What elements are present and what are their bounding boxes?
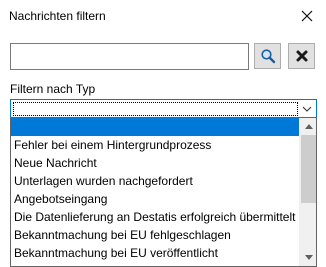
select-value bbox=[13, 102, 298, 116]
close-icon[interactable] bbox=[296, 6, 318, 26]
scrollbar-thumb[interactable] bbox=[301, 135, 316, 203]
dropdown-option[interactable]: Neue Nachricht bbox=[11, 154, 299, 172]
clear-search-button[interactable] bbox=[288, 43, 315, 69]
title-bar: Nachrichten filtern bbox=[0, 0, 326, 30]
chevron-down-icon[interactable] bbox=[300, 102, 314, 116]
dropdown-option[interactable]: Angebotseingang bbox=[11, 190, 299, 208]
scroll-up-arrow-icon[interactable] bbox=[300, 118, 316, 135]
option-list: Fehler bei einem Hintergrundprozess Neue … bbox=[11, 118, 299, 262]
dropdown-option[interactable] bbox=[11, 118, 299, 136]
dropdown-scrollbar[interactable] bbox=[299, 118, 316, 266]
search-input[interactable] bbox=[10, 43, 249, 70]
filter-type-dropdown-list: Fehler bei einem Hintergrundprozess Neue … bbox=[10, 117, 317, 267]
scroll-down-arrow-icon[interactable] bbox=[300, 249, 316, 266]
filter-type-label: Filtern nach Typ bbox=[10, 82, 96, 96]
dropdown-option[interactable]: Fehler bei einem Hintergrundprozess bbox=[11, 136, 299, 154]
delete-x-icon bbox=[295, 49, 309, 63]
dropdown-option[interactable]: Unterlagen wurden nachgefordert bbox=[11, 172, 299, 190]
dropdown-option[interactable]: Bekanntmachung bei EU veröffentlicht bbox=[11, 244, 299, 262]
search-button[interactable] bbox=[254, 43, 281, 69]
filter-type-select[interactable] bbox=[10, 99, 317, 118]
dialog-title: Nachrichten filtern bbox=[9, 9, 106, 23]
dropdown-option[interactable]: Bekanntmachung bei EU fehlgeschlagen bbox=[11, 226, 299, 244]
search-icon bbox=[260, 48, 276, 64]
dropdown-option[interactable]: Die Datenlieferung an Destatis erfolgrei… bbox=[11, 208, 299, 226]
filter-messages-dialog: Nachrichten filtern Filtern nach Typ Feh… bbox=[0, 0, 326, 267]
